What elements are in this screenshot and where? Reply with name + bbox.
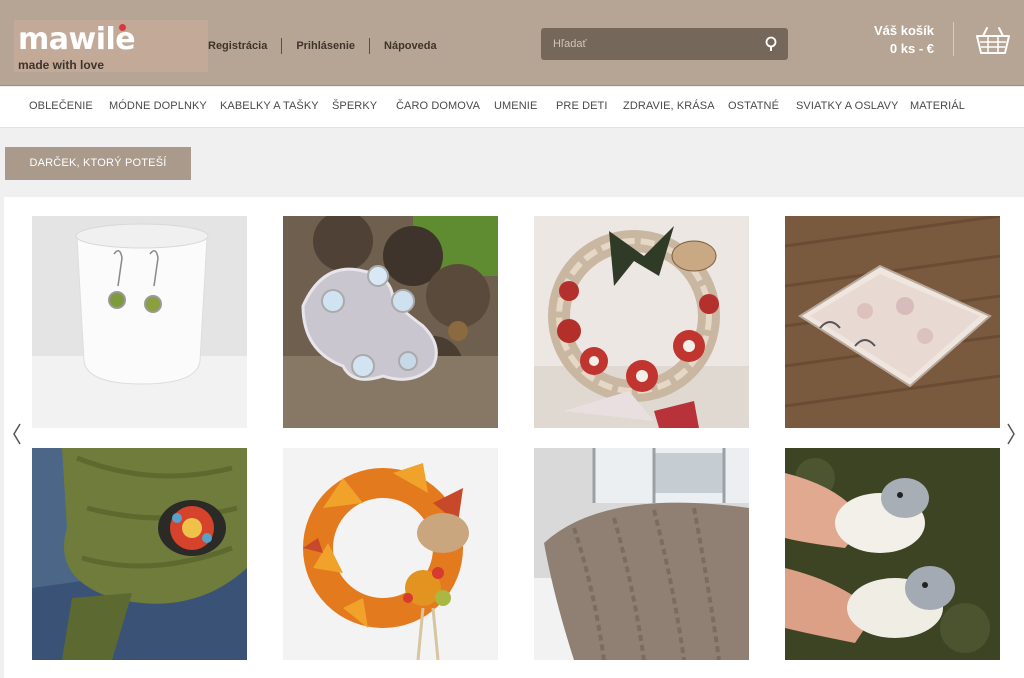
nav-item-clothing[interactable]: OBLEČENIE (29, 100, 93, 112)
chevron-left-icon[interactable] (10, 420, 24, 448)
product-notebook-photo[interactable] (785, 216, 1000, 428)
site-header: mawile made with love Registrácia Prihlá… (0, 0, 1024, 86)
nav-item-other[interactable]: OSTATNÉ (728, 100, 779, 112)
login-link[interactable]: Prihlásenie (296, 40, 355, 52)
logo-dot (119, 24, 126, 31)
cart-count: 0 ks - € (889, 41, 934, 56)
chevron-right-icon[interactable] (1004, 420, 1018, 448)
basket-icon[interactable] (975, 24, 1011, 56)
product-flower-wreath-photo[interactable] (534, 216, 749, 428)
link-divider (281, 38, 283, 54)
nav-item-jewelry[interactable]: ŠPERKY (332, 100, 377, 112)
cart-title: Váš košík (874, 23, 934, 38)
nav-item-material[interactable]: MATERIÁL (910, 100, 965, 112)
nav-item-health-beauty[interactable]: ZDRAVIE, KRÁSA (623, 100, 715, 112)
product-knit-blanket-photo[interactable] (534, 448, 749, 660)
product-autumn-wreath-photo[interactable] (283, 448, 498, 660)
nav-item-art[interactable]: UMENIE (494, 100, 537, 112)
cart-summary[interactable]: Váš košík 0 ks - € (856, 22, 934, 58)
cart-divider (953, 22, 954, 56)
nav-item-holidays[interactable]: SVIATKY A OSLAVY (796, 100, 899, 112)
link-divider (369, 38, 371, 54)
nav-item-bags[interactable]: KABELKY A TAŠKY (220, 100, 319, 112)
gift-button[interactable]: DARČEK, KTORÝ POTEŠÍ (5, 147, 191, 180)
search-box (541, 28, 788, 60)
register-link[interactable]: Registrácia (208, 40, 267, 52)
category-nav: OBLEČENIE MÓDNE DOPLNKY KABELKY A TAŠKY … (0, 87, 1024, 128)
logo-tagline: made with love (18, 58, 105, 72)
search-icon[interactable] (762, 36, 778, 52)
help-link[interactable]: Nápoveda (384, 40, 437, 52)
product-earrings-photo[interactable] (32, 216, 247, 428)
nav-item-home[interactable]: ČARO DOMOVA (396, 100, 480, 112)
product-sheep-slippers-photo[interactable] (785, 448, 1000, 660)
product-scarf-brooch-photo[interactable] (32, 448, 247, 660)
nav-item-kids[interactable]: PRE DETI (556, 100, 608, 112)
product-soutache-brooch-photo[interactable] (283, 216, 498, 428)
logo-brand: mawile (18, 22, 136, 57)
site-logo[interactable]: mawile made with love (14, 20, 208, 72)
account-links: Registrácia Prihlásenie Nápoveda (208, 38, 437, 54)
search-input[interactable] (553, 35, 753, 53)
nav-item-accessories[interactable]: MÓDNE DOPLNKY (109, 100, 207, 112)
